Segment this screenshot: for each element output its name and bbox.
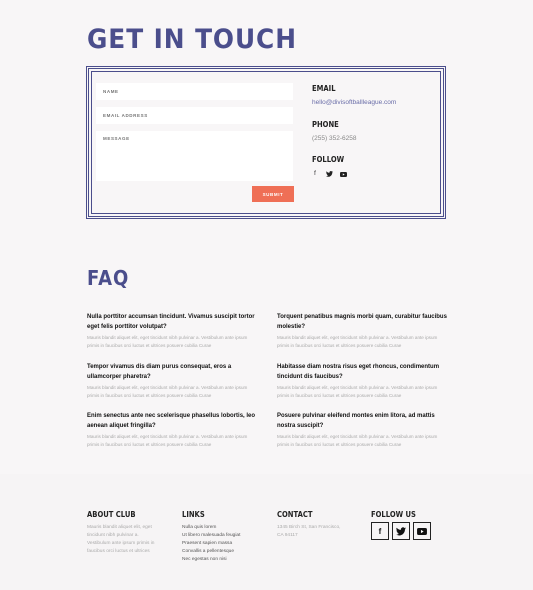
footer-links-heading: LINKS [182,510,205,519]
footer-contact-heading: CONTACT [277,510,313,519]
message-textarea[interactable] [96,131,293,181]
faq-answer: Mauris blandit aliquet elit, eget tincid… [87,335,248,348]
youtube-icon[interactable] [413,522,431,540]
faq-item: Posuere pulvinar eleifend montes enim li… [277,412,449,449]
footer-contact-text: 1345 Birch St, San Francisco, CA 94117 [277,525,341,538]
facebook-icon[interactable]: f [311,170,319,178]
footer-about: ABOUT CLUB Mauris blandit aliquet elit, … [87,510,175,556]
email-link[interactable]: hello@divisoftballleague.com [312,99,396,106]
phone-value: (255) 352-6258 [312,135,357,142]
footer-about-heading: ABOUT CLUB [87,510,136,519]
faq-question: Nulla porttitor accumsan tincidunt. Viva… [87,314,255,330]
faq-item: Tempor vivamus dis diam purus consequat,… [87,363,259,400]
faq-item: Habitasse diam nostra risus eget rhoncus… [277,363,449,400]
faq-item: Enim senectus ante nec scelerisque phase… [87,412,259,449]
footer-contact: CONTACT 1345 Birch St, San Francisco, CA… [277,510,365,540]
footer-follow-heading: FOLLOW US [371,510,416,519]
twitter-icon[interactable] [392,522,410,540]
footer-link[interactable]: Nulla quis lorem [182,524,270,532]
youtube-icon[interactable] [339,170,347,178]
phone-heading: PHONE [312,120,339,129]
faq-item: Torquent penatibus magnis morbi quam, cu… [277,313,449,350]
name-input[interactable] [96,83,293,100]
footer-link[interactable]: Nec egestas non nisi [182,556,270,564]
faq-question: Tempor vivamus dis diam purus consequat,… [87,364,232,380]
submit-button[interactable]: SUBMIT [252,186,294,202]
faq-question: Torquent penatibus magnis morbi quam, cu… [277,314,447,330]
page-title: GET IN TOUCH [87,24,297,55]
footer-link[interactable]: Praesent sapien massa [182,540,270,548]
email-heading: EMAIL [312,84,336,93]
faq-answer: Mauris blandit aliquet elit, eget tincid… [277,335,438,348]
facebook-icon[interactable]: f [371,522,389,540]
faq-question: Posuere pulvinar eleifend montes enim li… [277,413,435,429]
footer-links: LINKS Nulla quis lorem Ut libero malesua… [182,510,270,564]
email-input[interactable] [96,107,293,124]
footer-follow: FOLLOW US [371,510,459,519]
faq-answer: Mauris blandit aliquet elit, eget tincid… [277,434,438,447]
footer-link[interactable]: Ut libero malesuada feugiat [182,532,270,540]
faq-question: Habitasse diam nostra risus eget rhoncus… [277,364,440,380]
faq-answer: Mauris blandit aliquet elit, eget tincid… [277,385,438,398]
faq-question: Enim senectus ante nec scelerisque phase… [87,413,256,429]
twitter-icon[interactable] [325,170,333,178]
faq-answer: Mauris blandit aliquet elit, eget tincid… [87,385,248,398]
faq-title: FAQ [87,266,130,290]
faq-item: Nulla porttitor accumsan tincidunt. Viva… [87,313,259,350]
faq-answer: Mauris blandit aliquet elit, eget tincid… [87,434,248,447]
footer-link[interactable]: Convallis a pellentesque [182,548,270,556]
follow-heading: FOLLOW [312,155,345,164]
footer-about-text: Mauris blandit aliquet elit, eget tincid… [87,525,155,554]
